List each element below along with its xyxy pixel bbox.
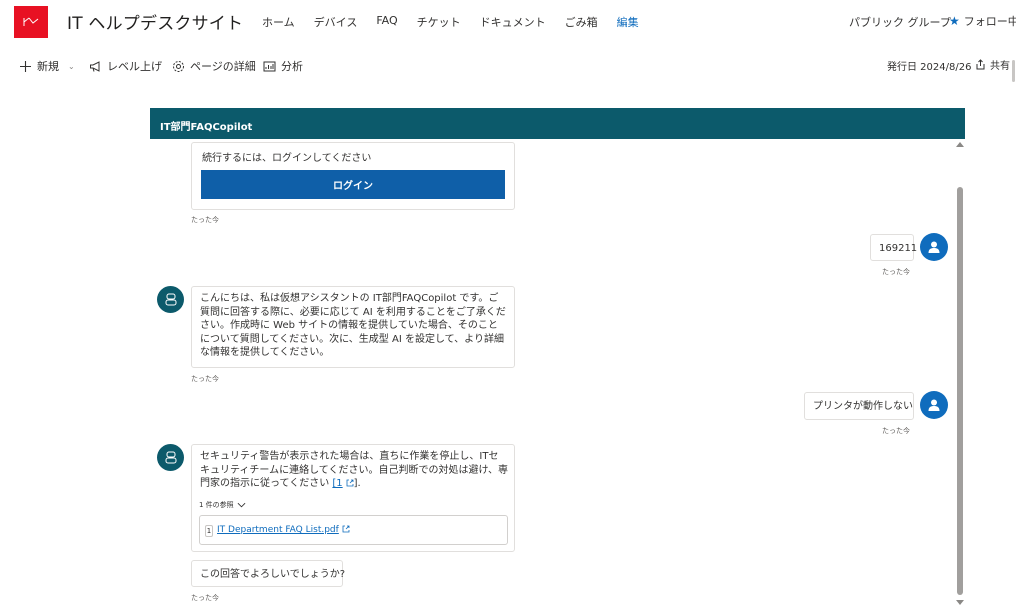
nav-recycle-bin[interactable]: ごみ箱 bbox=[565, 14, 598, 30]
bot-message: この回答でよろしいでしょうか? bbox=[191, 560, 345, 587]
follow-label: フォロー中 bbox=[963, 15, 1016, 28]
bot-answer-text: セキュリティ警告が表示された場合は、直ちに作業を停止し、ITセキュリティチームに… bbox=[200, 450, 508, 491]
user-avatar bbox=[920, 233, 948, 261]
message-timestamp: たった今 bbox=[191, 594, 219, 602]
site-title[interactable]: IT ヘルプデスクサイト bbox=[67, 9, 243, 34]
promote-button[interactable]: レベル上げ bbox=[89, 58, 162, 74]
plus-icon bbox=[20, 60, 31, 72]
chevron-down-icon bbox=[237, 502, 246, 508]
login-button[interactable]: ログイン bbox=[201, 170, 505, 199]
nav-documents[interactable]: ドキュメント bbox=[480, 14, 546, 30]
group-label: パブリック グループ bbox=[849, 16, 951, 29]
site-nav: ホーム デバイス FAQ チケット ドキュメント ごみ箱 編集 bbox=[262, 14, 658, 30]
site-logo-icon bbox=[23, 17, 39, 26]
answer-end: ]. bbox=[353, 478, 361, 489]
page-scrollbar[interactable] bbox=[1012, 60, 1015, 82]
nav-devices[interactable]: デバイス bbox=[314, 14, 358, 30]
follow-button[interactable]: ★ フォロー中 bbox=[949, 13, 1016, 29]
message-timestamp: たった今 bbox=[191, 375, 219, 383]
bot-message: こんにちは、私は仮想アシスタントの IT部門FAQCopilot です。ご質問に… bbox=[191, 286, 515, 368]
share-label: 共有 bbox=[990, 61, 1010, 72]
command-bar: 新規 ⌄ レベル上げ ページの詳細 分析 bbox=[0, 50, 1016, 78]
reference-link[interactable]: IT Department FAQ List.pdf bbox=[217, 525, 350, 535]
chat-header: IT部門FAQCopilot bbox=[150, 108, 965, 139]
external-link-icon bbox=[346, 479, 354, 487]
nav-faq[interactable]: FAQ bbox=[376, 14, 397, 30]
user-message: プリンタが動作しない bbox=[804, 392, 914, 420]
analytics-icon bbox=[263, 61, 276, 71]
login-prompt: 続行するには、ログインしてください bbox=[202, 153, 372, 164]
bot-avatar bbox=[157, 444, 184, 471]
bot-avatar bbox=[157, 286, 184, 313]
chat-title: IT部門FAQCopilot bbox=[160, 122, 253, 133]
message-timestamp: たった今 bbox=[191, 216, 219, 224]
bot-icon bbox=[165, 451, 176, 464]
chevron-down-icon: ⌄ bbox=[68, 61, 75, 71]
share-icon bbox=[976, 59, 985, 70]
analytics-button[interactable]: 分析 bbox=[263, 58, 303, 74]
new-label: 新規 bbox=[37, 60, 59, 73]
promote-label: レベル上げ bbox=[107, 60, 162, 73]
scroll-thumb[interactable] bbox=[957, 187, 963, 595]
share-button[interactable]: 共有 bbox=[975, 57, 1010, 72]
person-icon bbox=[928, 241, 940, 253]
external-link-icon bbox=[342, 525, 350, 533]
bot-icon bbox=[165, 293, 176, 306]
references-toggle[interactable]: 1 件の参照 bbox=[199, 500, 246, 510]
megaphone-icon bbox=[90, 60, 100, 72]
reference-number: 1 bbox=[205, 525, 213, 537]
reference-card: 1 IT Department FAQ List.pdf bbox=[199, 515, 508, 545]
message-timestamp: たった今 bbox=[882, 268, 910, 276]
site-header: IT ヘルプデスクサイト ホーム デバイス FAQ チケット ドキュメント ごみ… bbox=[0, 0, 1016, 44]
citation-number: [1 bbox=[332, 478, 343, 489]
published-date: 発行日 2024/8/26 bbox=[887, 62, 972, 73]
gear-icon bbox=[173, 60, 184, 72]
person-icon bbox=[928, 399, 940, 411]
analytics-label: 分析 bbox=[281, 60, 303, 73]
reference-title: IT Department FAQ List.pdf bbox=[217, 525, 339, 535]
site-logo[interactable] bbox=[14, 6, 48, 38]
nav-tickets[interactable]: チケット bbox=[417, 14, 461, 30]
page-details-label: ページの詳細 bbox=[190, 60, 256, 73]
citation-link[interactable]: [1 bbox=[332, 478, 354, 489]
user-avatar bbox=[920, 391, 948, 419]
scroll-down-arrow-icon[interactable] bbox=[956, 600, 964, 605]
references-label: 1 件の参照 bbox=[199, 501, 234, 509]
scroll-up-arrow-icon[interactable] bbox=[956, 142, 964, 147]
page-details-button[interactable]: ページの詳細 bbox=[172, 58, 256, 74]
message-timestamp: たった今 bbox=[882, 427, 910, 435]
user-message: 169211 bbox=[870, 234, 917, 261]
nav-edit[interactable]: 編集 bbox=[617, 14, 639, 30]
nav-home[interactable]: ホーム bbox=[262, 14, 295, 30]
star-icon: ★ bbox=[949, 14, 960, 28]
new-button[interactable]: 新規 ⌄ bbox=[19, 58, 75, 74]
